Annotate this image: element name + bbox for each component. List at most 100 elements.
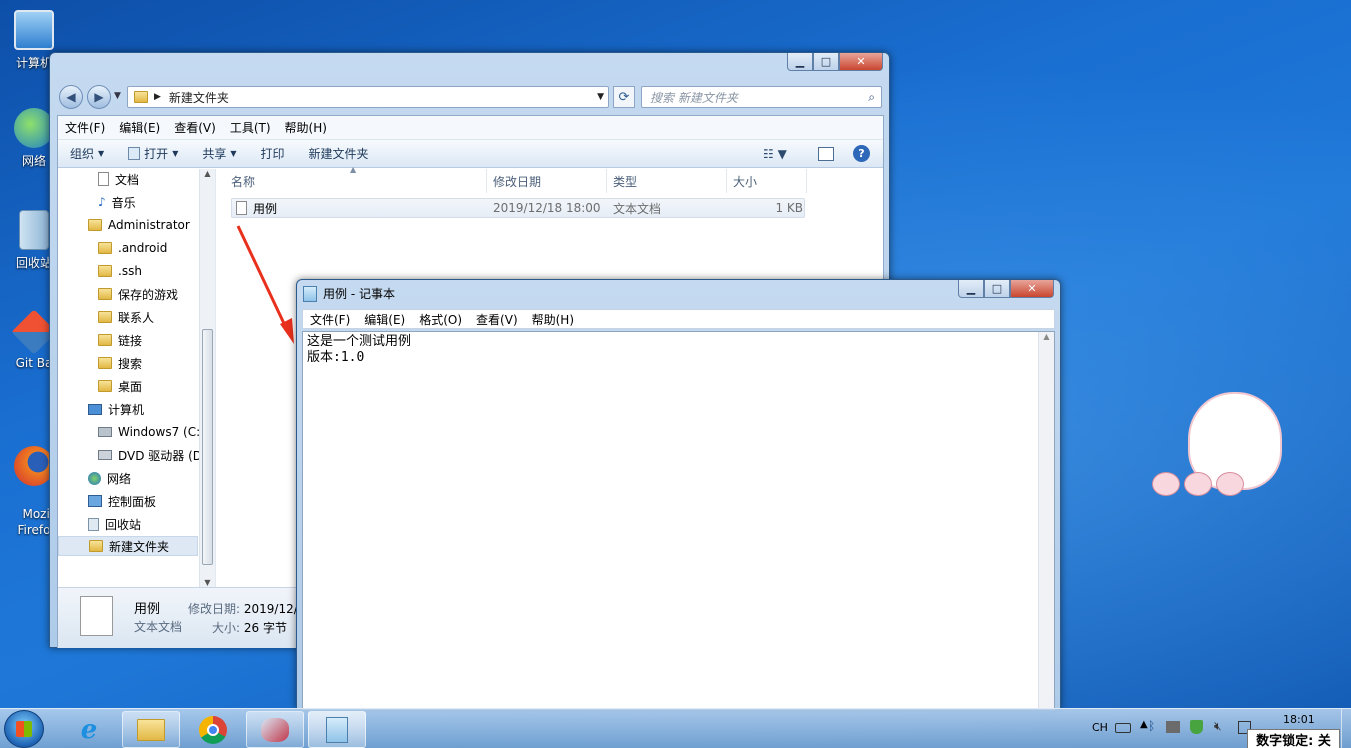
refresh-button[interactable]: ⟳ xyxy=(613,86,635,108)
nav-item-new-folder[interactable]: 新建文件夹 xyxy=(58,536,198,556)
nav-item-drive-c[interactable]: Windows7 (C: xyxy=(98,422,200,442)
nav-scrollbar-thumb[interactable] xyxy=(202,329,213,565)
search-box[interactable]: 搜索 新建文件夹 ⌕ xyxy=(641,86,882,108)
notepad-caption-buttons: ▁ □ ✕ xyxy=(958,280,1054,298)
open-button[interactable]: 打开 ▼ xyxy=(116,145,190,162)
menu-format[interactable]: 格式(O) xyxy=(412,311,469,328)
nav-item-computer[interactable]: 计算机 xyxy=(88,399,144,419)
menu-file[interactable]: 文件(F) xyxy=(303,311,357,328)
notepad-icon xyxy=(326,716,348,743)
print-button[interactable]: 打印 xyxy=(249,145,297,162)
new-folder-button[interactable]: 新建文件夹 xyxy=(297,145,381,162)
scroll-down-arrow-icon[interactable]: ▼ xyxy=(200,578,215,587)
back-button[interactable]: ◀ xyxy=(59,85,83,109)
notepad-scrollbar[interactable]: ▲ xyxy=(1038,332,1054,709)
nav-item-recycle-bin[interactable]: 回收站 xyxy=(88,514,141,534)
explorer-menubar: 文件(F) 编辑(E) 查看(V) 工具(T) 帮助(H) xyxy=(58,116,883,140)
details-modified: 修改日期: 2019/12/ xyxy=(188,600,298,617)
notepad-text-area[interactable]: 这是一个测试用例 版本:1.0 ▲ xyxy=(302,331,1055,710)
minimize-button[interactable]: ▁ xyxy=(787,53,813,71)
nav-item-links[interactable]: 链接 xyxy=(98,330,142,350)
taskbar-app-4[interactable] xyxy=(246,711,304,748)
scroll-up-arrow-icon[interactable]: ▲ xyxy=(1039,332,1054,341)
language-indicator[interactable]: CH xyxy=(1092,721,1108,734)
explorer-caption-buttons: ▁ □ ✕ xyxy=(787,53,883,71)
taskbar-chrome[interactable] xyxy=(184,711,242,748)
column-header-modified[interactable]: 修改日期 xyxy=(487,169,607,193)
menu-help[interactable]: 帮助(H) xyxy=(278,119,334,136)
details-size-label: 大小: xyxy=(212,621,241,635)
preview-pane-button[interactable] xyxy=(818,146,834,161)
menu-tools[interactable]: 工具(T) xyxy=(223,119,278,136)
menu-help[interactable]: 帮助(H) xyxy=(525,311,581,328)
column-header-size[interactable]: 大小 xyxy=(727,169,807,193)
close-button[interactable]: ✕ xyxy=(839,53,883,71)
firefox-icon xyxy=(14,446,54,486)
menu-edit[interactable]: 编辑(E) xyxy=(357,311,412,328)
nav-item-administrator[interactable]: Administrator xyxy=(88,215,190,235)
network-globe-icon xyxy=(14,108,54,148)
address-dropdown-icon[interactable]: ▼ xyxy=(597,92,604,102)
taskbar-explorer[interactable] xyxy=(122,711,180,748)
tray-expand-icon[interactable]: ▲ xyxy=(1140,719,1148,730)
desktop-icon-label: 网络 xyxy=(21,154,46,168)
column-header-name[interactable]: 名称 ▲ xyxy=(225,165,487,193)
start-button[interactable] xyxy=(4,710,44,748)
nav-item-searches[interactable]: 搜索 xyxy=(98,353,142,373)
nav-item-contacts[interactable]: 联系人 xyxy=(98,307,154,327)
nav-item-dvd-drive[interactable]: DVD 驱动器 (D xyxy=(98,445,202,465)
nav-item-desktop[interactable]: 桌面 xyxy=(98,376,142,396)
file-modified: 2019/12/18 18:00 xyxy=(493,201,601,215)
file-row[interactable]: 用例 2019/12/18 18:00 文本文档 1 KB xyxy=(231,198,805,218)
taskbar-ie[interactable]: e xyxy=(60,711,118,748)
security-shield-icon[interactable] xyxy=(1190,720,1203,734)
column-label: 大小 xyxy=(733,174,758,189)
help-icon[interactable]: ? xyxy=(853,145,870,162)
view-options-button[interactable]: ☷ ▼ xyxy=(763,147,787,161)
organize-button[interactable]: 组织 ▼ xyxy=(58,145,116,162)
vmware-icon[interactable] xyxy=(1166,721,1180,733)
nav-item-documents[interactable]: 文档 xyxy=(98,169,139,189)
nav-item-saved-games[interactable]: 保存的游戏 xyxy=(98,284,178,304)
taskbar-notepad[interactable] xyxy=(308,711,366,748)
menu-edit[interactable]: 编辑(E) xyxy=(112,119,167,136)
nav-label: 控制面板 xyxy=(108,494,157,509)
address-bar[interactable]: ▶ 新建文件夹 ▼ xyxy=(127,86,609,108)
keyboard-icon[interactable] xyxy=(1115,723,1131,733)
forward-button[interactable]: ▶ xyxy=(87,85,111,109)
column-header-type[interactable]: 类型 xyxy=(607,169,727,193)
close-button[interactable]: ✕ xyxy=(1010,280,1054,298)
text-file-icon xyxy=(236,201,247,215)
chrome-icon xyxy=(199,715,227,744)
recent-pages-dropdown[interactable]: ▼ xyxy=(114,91,121,101)
folder-icon xyxy=(134,91,148,103)
folder-icon xyxy=(89,540,103,552)
nav-item-music[interactable]: ♪ 音乐 xyxy=(98,192,136,212)
nav-label: 保存的游戏 xyxy=(118,287,179,302)
nav-item-control-panel[interactable]: 控制面板 xyxy=(88,491,156,511)
nav-item-network[interactable]: 网络 xyxy=(88,468,131,488)
show-desktop-button[interactable] xyxy=(1341,709,1351,748)
nav-item-ssh[interactable]: .ssh xyxy=(98,261,142,281)
taskbar: e CH ▲ ᛒ 🔇︎ 18:01 数字锁定: 关 xyxy=(0,708,1351,748)
new-folder-label: 新建文件夹 xyxy=(308,147,369,161)
nav-scrollbar[interactable]: ▲ ▼ xyxy=(199,169,215,587)
volume-muted-icon[interactable]: 🔇︎ xyxy=(1214,719,1222,734)
nav-label: 文档 xyxy=(115,172,140,187)
maximize-button[interactable]: □ xyxy=(813,53,839,71)
explorer-toolbar: 组织 ▼ 打开 ▼ 共享 ▼ 打印 新建文件夹 ☷ ▼ ? xyxy=(58,140,883,168)
saved-games-icon xyxy=(98,288,112,300)
maximize-button[interactable]: □ xyxy=(984,280,1010,298)
menu-file[interactable]: 文件(F) xyxy=(58,119,112,136)
nav-item-android[interactable]: .android xyxy=(98,238,167,258)
bluetooth-icon[interactable]: ᛒ xyxy=(1148,719,1155,733)
share-button[interactable]: 共享 ▼ xyxy=(190,145,248,162)
notepad-small-icon xyxy=(128,147,141,160)
notepad-title-bar[interactable]: 用例 - 记事本 xyxy=(303,285,395,302)
scroll-up-arrow-icon[interactable]: ▲ xyxy=(200,169,215,178)
menu-view[interactable]: 查看(V) xyxy=(469,311,525,328)
nav-label: Administrator xyxy=(108,218,190,232)
minimize-button[interactable]: ▁ xyxy=(958,280,984,298)
clock-time[interactable]: 18:01 xyxy=(1283,713,1315,726)
menu-view[interactable]: 查看(V) xyxy=(167,119,223,136)
